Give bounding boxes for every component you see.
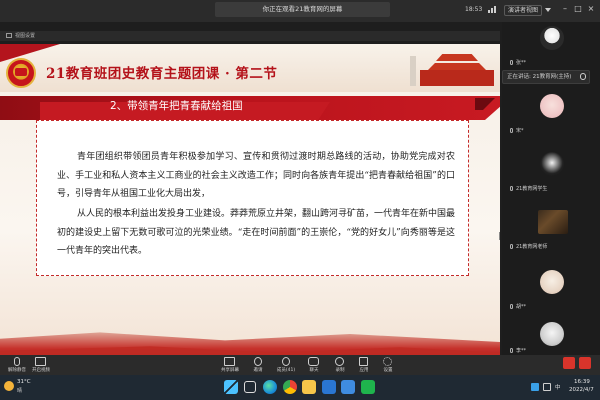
meeting-app-icon[interactable] xyxy=(322,380,336,394)
chat-icon xyxy=(308,357,319,366)
paragraph-1: 青年团组织带领团员青年积极参加学习、宣传和贯彻过渡时期总路线的活动，协助党完成对… xyxy=(57,152,455,199)
mic-icon xyxy=(510,186,513,191)
signal-icon xyxy=(488,6,498,13)
meeting-timer: 18:53 xyxy=(465,6,483,13)
corner-decoration xyxy=(0,44,60,62)
camera-icon xyxy=(35,357,46,366)
avatar xyxy=(540,152,564,176)
users-icon xyxy=(282,357,290,366)
participant-tile[interactable]: 21教育网学生 xyxy=(510,148,594,192)
task-view-icon[interactable] xyxy=(244,381,256,393)
mic-icon xyxy=(580,73,586,80)
league-emblem-icon xyxy=(6,58,36,88)
file-explorer-icon[interactable] xyxy=(302,380,316,394)
edge-browser-icon[interactable] xyxy=(263,380,277,394)
screen: 你正在观看21教育网的屏幕 18:53 演讲者视图 – □ × 视图设置 21教… xyxy=(0,0,600,400)
participant-name: 宋* xyxy=(516,128,524,134)
toolbar-label: 邀请 xyxy=(253,368,263,373)
windows-start-icon[interactable] xyxy=(224,380,238,394)
close-icon[interactable]: × xyxy=(586,4,596,14)
chrome-browser-icon[interactable] xyxy=(283,380,297,394)
participant-tile[interactable]: 李** xyxy=(510,318,594,354)
toolbar-label: 成员(41) xyxy=(276,368,296,373)
wechat-icon[interactable] xyxy=(361,380,375,394)
participant-name: 胡** xyxy=(516,304,527,310)
input-language[interactable]: 中 xyxy=(555,383,561,391)
invite-button[interactable]: 邀请 xyxy=(243,356,273,374)
participant-tile[interactable]: 张** xyxy=(510,22,594,66)
ime-icon[interactable] xyxy=(531,383,539,391)
mic-icon xyxy=(14,357,20,366)
section-bar xyxy=(0,96,500,124)
mic-icon xyxy=(510,128,513,133)
content-box: 青年团组织带领团员青年积极参加学习、宣传和贯彻过渡时期总路线的活动，协助党完成对… xyxy=(36,120,469,276)
app-icon[interactable] xyxy=(341,380,355,394)
toolbar-label: 开启视频 xyxy=(32,368,50,373)
taskbar xyxy=(0,375,600,400)
avatar xyxy=(538,210,568,234)
clock-time[interactable]: 16:39 xyxy=(574,379,590,385)
minimize-icon[interactable]: – xyxy=(560,4,570,14)
screen-view-icon[interactable] xyxy=(6,33,12,38)
participant-name: 21教育网老师 xyxy=(516,244,548,250)
gear-icon xyxy=(383,357,392,366)
mic-icon xyxy=(510,304,513,309)
avatar xyxy=(540,26,564,50)
clock-date[interactable]: 2022/4/7 xyxy=(569,387,594,393)
participant-tile[interactable]: 宋* xyxy=(510,90,594,134)
record-icon xyxy=(335,357,344,366)
participant-tile[interactable]: 21教育网老师 xyxy=(510,206,594,250)
share-screen-button[interactable]: 共享屏幕 xyxy=(215,356,245,374)
share-screen-icon xyxy=(224,357,235,366)
paragraph-2: 从人民的根本利益出发投身工业建设。莽莽荒原立井架，翻山跨河寻矿苗，一代青年在新中… xyxy=(57,209,456,256)
share-banner: 你正在观看21教育网的屏幕 xyxy=(215,2,390,17)
speaker-icon[interactable] xyxy=(543,383,551,391)
end-meeting-icon[interactable] xyxy=(563,357,575,369)
chevron-down-icon[interactable] xyxy=(545,8,551,12)
view-settings-label[interactable]: 视图设置 xyxy=(15,32,35,40)
section-title: 2、带领青年把青春献给祖国 xyxy=(110,100,243,112)
toolbar-label: 共享屏幕 xyxy=(221,368,239,373)
leave-meeting-icon[interactable] xyxy=(579,357,591,369)
mic-icon xyxy=(510,60,513,65)
slide-title: 21教育班团史教育主题团课 · 第二节 xyxy=(46,66,278,82)
settings-button[interactable]: 设置 xyxy=(373,356,403,374)
weather-temperature[interactable]: 31°C xyxy=(17,379,31,385)
participant-name: 李** xyxy=(516,348,527,354)
tiananmen-icon xyxy=(410,50,500,88)
view-mode-button[interactable]: 演讲者视图 xyxy=(504,5,543,16)
members-button[interactable]: 成员(41) xyxy=(271,356,301,374)
participant-name: 张** xyxy=(516,60,527,66)
avatar xyxy=(540,94,564,118)
start-video-button[interactable]: 开启视频 xyxy=(26,356,56,374)
speaking-indicator: 正在讲话: 21教育网(主持) xyxy=(502,70,590,84)
mic-icon xyxy=(510,348,513,353)
avatar xyxy=(540,322,564,346)
weather-description[interactable]: 晴 xyxy=(17,387,22,394)
maximize-icon[interactable]: □ xyxy=(573,4,583,14)
toolbar-label: 设置 xyxy=(383,368,393,373)
apps-icon xyxy=(359,357,368,366)
slide-cursor xyxy=(499,232,500,240)
invite-icon xyxy=(254,357,262,366)
mic-icon xyxy=(510,244,513,249)
shared-slide: 21教育班团史教育主题团课 · 第二节 2、带领青年把青春献给祖国 青年团组织带… xyxy=(0,44,500,355)
participant-name: 21教育网学生 xyxy=(516,186,548,192)
participant-tile[interactable]: 胡** xyxy=(510,266,594,310)
avatar xyxy=(540,270,564,294)
weather-sun-icon[interactable] xyxy=(4,381,14,391)
viewer-bar xyxy=(0,31,500,41)
